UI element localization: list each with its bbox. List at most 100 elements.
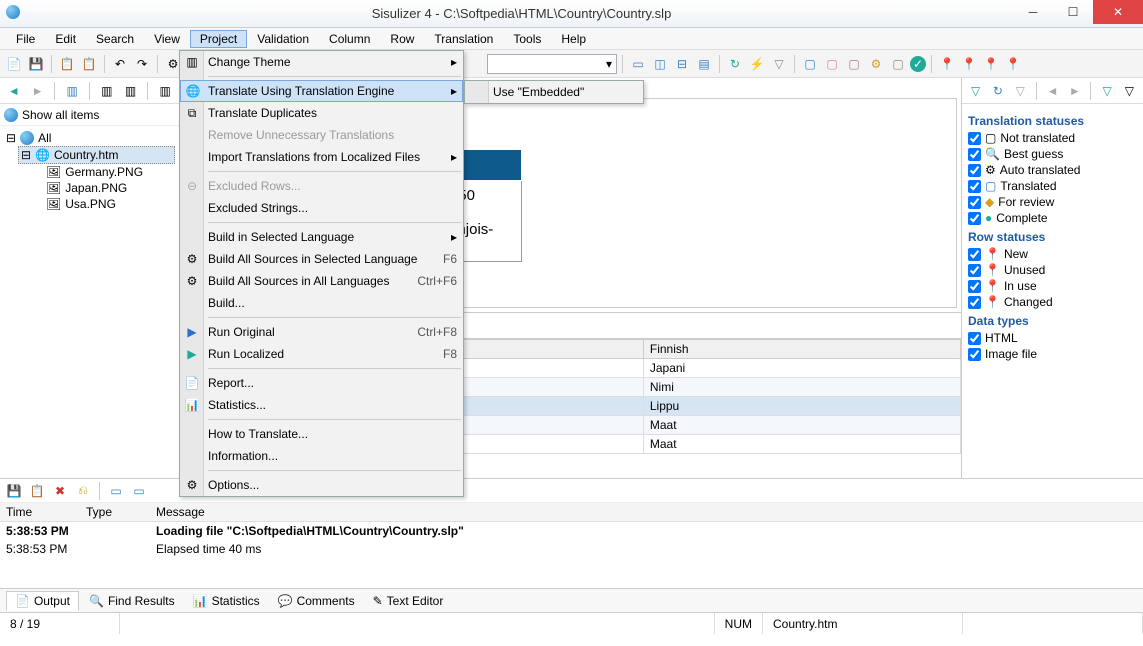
back-icon[interactable]: ◄	[4, 81, 24, 101]
chk-unused[interactable]: 📍Unused	[968, 262, 1137, 278]
tree1-icon[interactable]: ▥	[62, 81, 82, 101]
tree2-icon[interactable]: ▥	[97, 81, 117, 101]
box3-icon[interactable]: ▢	[844, 54, 864, 74]
menu-run-localized[interactable]: ▶Run LocalizedF8	[180, 343, 463, 365]
menu-column[interactable]: Column	[319, 30, 380, 48]
tree-item-country[interactable]: ⊟🌐 Country.htm	[18, 146, 175, 164]
menu-validation[interactable]: Validation	[247, 30, 319, 48]
tree-item-usa[interactable]: 🖼Usa.PNG	[44, 196, 175, 212]
menu-import-translations[interactable]: Import Translations from Localized Files…	[180, 146, 463, 168]
log-clear-icon[interactable]: ⎌	[73, 481, 93, 501]
show-all-items[interactable]: Show all items	[0, 104, 179, 126]
tab-statistics[interactable]: 📊Statistics	[185, 592, 268, 610]
check-icon[interactable]: ✓	[910, 56, 926, 72]
log-row[interactable]: 5:38:53 PMElapsed time 40 ms	[0, 540, 1143, 558]
tree-root[interactable]: ⊟ All	[4, 130, 175, 146]
redo-icon[interactable]: ↷	[132, 54, 152, 74]
menu-help[interactable]: Help	[551, 30, 596, 48]
menu-search[interactable]: Search	[86, 30, 144, 48]
menu-excluded-strings[interactable]: Excluded Strings...	[180, 197, 463, 219]
refresh-icon[interactable]: ↻	[725, 54, 745, 74]
log-delete-icon[interactable]: ✖	[50, 481, 70, 501]
menu-information[interactable]: Information...	[180, 445, 463, 467]
menu-tools[interactable]: Tools	[503, 30, 551, 48]
menu-project[interactable]: Project	[190, 30, 247, 48]
chk-for-review[interactable]: ◆For review	[968, 194, 1137, 210]
menu-edit[interactable]: Edit	[45, 30, 86, 48]
tree-item-germany[interactable]: 🖼Germany.PNG	[44, 164, 175, 180]
menu-build-selected-lang[interactable]: Build in Selected Language▸	[180, 226, 463, 248]
menu-translate-duplicates[interactable]: ⧉Translate Duplicates	[180, 102, 463, 124]
pin2-icon[interactable]: 📍	[959, 54, 979, 74]
layout3-icon[interactable]: ⊟	[672, 54, 692, 74]
chk-html[interactable]: HTML	[968, 330, 1137, 346]
rf-back-icon[interactable]: ◄	[1043, 81, 1062, 101]
menu-translate-using-engine[interactable]: 🌐Translate Using Translation Engine▸	[180, 80, 463, 102]
chk-new[interactable]: 📍New	[968, 246, 1137, 262]
tab-text-editor[interactable]: ✎Text Editor	[365, 592, 452, 610]
pin4-icon[interactable]: 📍	[1003, 54, 1023, 74]
pin1-icon[interactable]: 📍	[937, 54, 957, 74]
menu-translation[interactable]: Translation	[424, 30, 503, 48]
filter-icon[interactable]: ▽	[769, 54, 789, 74]
language-combo[interactable]: ▾	[487, 54, 617, 74]
chk-not-translated[interactable]: ▢Not translated	[968, 130, 1137, 146]
menu-how-to-translate[interactable]: How to Translate...	[180, 423, 463, 445]
chk-auto-translated[interactable]: ⚙Auto translated	[968, 162, 1137, 178]
menu-build-all-sources-all[interactable]: ⚙Build All Sources in All LanguagesCtrl+…	[180, 270, 463, 292]
menu-options[interactable]: ⚙Options...	[180, 474, 463, 496]
log-l1-icon[interactable]: ▭	[106, 481, 126, 501]
gear-icon[interactable]: ⚙	[866, 54, 886, 74]
menu-view[interactable]: View	[144, 30, 190, 48]
layout2-icon[interactable]: ◫	[650, 54, 670, 74]
tab-find-results[interactable]: 🔍Find Results	[81, 592, 183, 610]
maximize-button[interactable]: ☐	[1053, 0, 1093, 24]
rf2-icon[interactable]: ↻	[988, 81, 1007, 101]
log-l2-icon[interactable]: ▭	[129, 481, 149, 501]
menu-row[interactable]: Row	[380, 30, 424, 48]
forward-icon[interactable]: ►	[28, 81, 48, 101]
log-row[interactable]: 5:38:53 PMLoading file "C:\Softpedia\HTM…	[0, 522, 1143, 540]
box2-icon[interactable]: ▢	[822, 54, 842, 74]
pin3-icon[interactable]: 📍	[981, 54, 1001, 74]
rf5-icon[interactable]: ▽	[1120, 81, 1139, 101]
layout4-icon[interactable]: ▤	[694, 54, 714, 74]
rf-fwd-icon[interactable]: ►	[1065, 81, 1084, 101]
log-save-icon[interactable]: 💾	[4, 481, 24, 501]
lightning-icon[interactable]: ⚡	[747, 54, 767, 74]
layout1-icon[interactable]: ▭	[628, 54, 648, 74]
log-copy-icon[interactable]: 📋	[27, 481, 47, 501]
box1-icon[interactable]: ▢	[800, 54, 820, 74]
paste-icon[interactable]: 📋	[79, 54, 99, 74]
chk-image-file[interactable]: Image file	[968, 346, 1137, 362]
close-button[interactable]: ✕	[1093, 0, 1143, 24]
minimize-button[interactable]: ─	[1013, 0, 1053, 24]
chk-in-use[interactable]: 📍In use	[968, 278, 1137, 294]
tree-item-japan[interactable]: 🖼Japan.PNG	[44, 180, 175, 196]
copy-icon[interactable]: 📋	[57, 54, 77, 74]
tab-output[interactable]: 📄Output	[6, 591, 79, 611]
chk-best-guess[interactable]: 🔍Best guess	[968, 146, 1137, 162]
box4-icon[interactable]: ▢	[888, 54, 908, 74]
undo-icon[interactable]: ↶	[110, 54, 130, 74]
menu-statistics[interactable]: 📊Statistics...	[180, 394, 463, 416]
chk-complete[interactable]: ●Complete	[968, 210, 1137, 226]
save-icon[interactable]: 💾	[26, 54, 46, 74]
new-icon[interactable]: 📄	[4, 54, 24, 74]
menu-use-embedded[interactable]: Use "Embedded"	[465, 81, 643, 103]
menu-file[interactable]: File	[6, 30, 45, 48]
chk-translated[interactable]: ▢Translated	[968, 178, 1137, 194]
menu-report[interactable]: 📄Report...	[180, 372, 463, 394]
tree3-icon[interactable]: ▥	[121, 81, 141, 101]
rf4-icon[interactable]: ▽	[1097, 81, 1116, 101]
col-finnish[interactable]: Finnish	[643, 340, 960, 359]
chk-changed[interactable]: 📍Changed	[968, 294, 1137, 310]
menu-build-all-sources-selected[interactable]: ⚙Build All Sources in Selected LanguageF…	[180, 248, 463, 270]
tree4-icon[interactable]: ▥	[155, 81, 175, 101]
menu-build[interactable]: Build...	[180, 292, 463, 314]
rf3-icon[interactable]: ▽	[1011, 81, 1030, 101]
tab-comments[interactable]: 💬Comments	[270, 592, 363, 610]
menu-run-original[interactable]: ▶Run OriginalCtrl+F8	[180, 321, 463, 343]
rf1-icon[interactable]: ▽	[966, 81, 985, 101]
menu-change-theme[interactable]: ▥Change Theme▸	[180, 51, 463, 73]
